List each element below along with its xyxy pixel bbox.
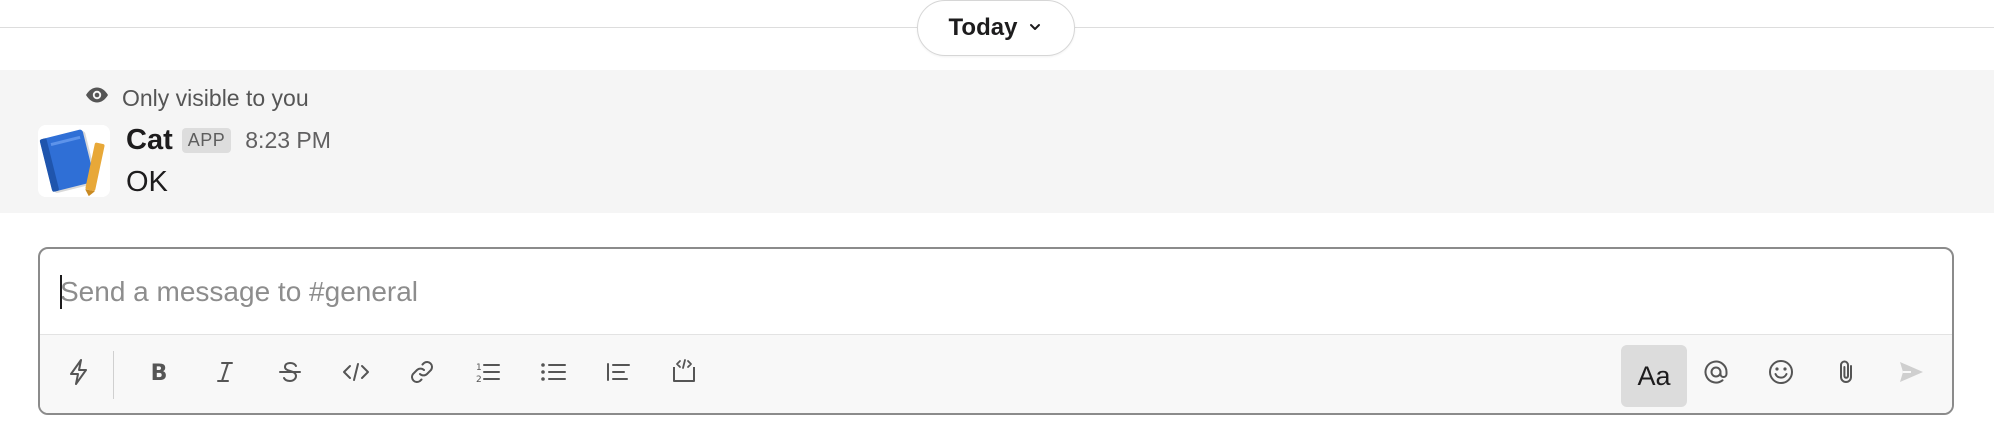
italic-button[interactable]: [200, 347, 250, 401]
text-caret: [60, 275, 62, 309]
strikethrough-icon: [275, 357, 305, 392]
chevron-down-icon: [1027, 14, 1043, 42]
blockquote-button[interactable]: [593, 347, 643, 401]
bold-icon: B: [144, 357, 174, 392]
attach-button[interactable]: [1821, 347, 1871, 401]
strikethrough-button[interactable]: [265, 347, 315, 401]
ordered-list-button[interactable]: 1 2: [462, 347, 512, 401]
message-header: Cat APP 8:23 PM: [126, 122, 331, 158]
code-button[interactable]: [331, 347, 381, 401]
bulleted-list-button[interactable]: [528, 347, 578, 401]
app-badge: APP: [181, 127, 232, 153]
message-timestamp[interactable]: 8:23 PM: [245, 127, 331, 154]
visibility-note: Only visible to you: [84, 84, 309, 112]
send-icon: [1896, 357, 1926, 392]
visibility-text: Only visible to you: [122, 84, 309, 111]
sender-name[interactable]: Cat: [126, 124, 173, 157]
toolbar-separator: [113, 351, 114, 399]
lightning-icon: [64, 357, 94, 392]
at-icon: [1701, 357, 1731, 392]
shortcuts-button[interactable]: [54, 347, 104, 401]
formatting-toggle-button[interactable]: Aa: [1621, 345, 1687, 407]
blockquote-icon: [603, 357, 633, 392]
mention-button[interactable]: [1691, 347, 1741, 401]
message-text: OK: [126, 166, 168, 198]
link-icon: [407, 357, 437, 392]
avatar[interactable]: [38, 125, 110, 197]
italic-icon: [210, 357, 240, 392]
ephemeral-message: Only visible to you Cat APP 8:23 PM OK: [0, 70, 1994, 213]
date-divider: Today: [0, 0, 1994, 58]
date-label: Today: [948, 14, 1018, 41]
emoji-button[interactable]: [1756, 347, 1806, 401]
ordered-list-icon: 1 2: [472, 357, 502, 392]
paperclip-icon: [1831, 357, 1861, 392]
emoji-icon: [1766, 357, 1796, 392]
message-input[interactable]: [40, 249, 1952, 334]
link-button[interactable]: [397, 347, 447, 401]
formatting-toolbar: B 1 2 Aa: [40, 334, 1952, 413]
svg-text:1: 1: [476, 363, 482, 373]
date-jump-button[interactable]: Today: [917, 0, 1075, 56]
code-block-button[interactable]: [659, 347, 709, 401]
bulleted-list-icon: [538, 357, 568, 392]
code-icon: [341, 357, 371, 392]
svg-text:B: B: [151, 361, 168, 386]
message-composer: B 1 2: [38, 247, 1954, 415]
bold-button[interactable]: B: [134, 347, 184, 401]
svg-text:2: 2: [476, 375, 482, 385]
send-button[interactable]: [1886, 347, 1936, 401]
code-block-icon: [669, 357, 699, 392]
eye-icon: [84, 82, 110, 114]
